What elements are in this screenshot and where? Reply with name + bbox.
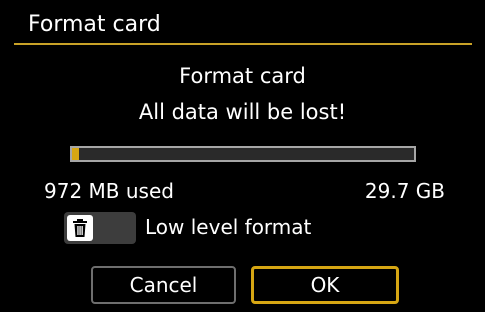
card-usage-bar xyxy=(70,146,416,162)
title-divider xyxy=(14,43,472,45)
card-usage-fill xyxy=(72,148,79,160)
screen-title: Format card xyxy=(28,12,161,37)
card-capacity-label: 29.7 GB xyxy=(364,179,445,203)
dialog-heading: Format card xyxy=(179,64,306,88)
cancel-button[interactable]: Cancel xyxy=(91,266,236,304)
low-level-format-label: Low level format xyxy=(145,215,312,239)
trash-icon xyxy=(73,219,87,237)
dialog-warning: All data will be lost! xyxy=(138,100,347,124)
format-card-screen: Format card Format card All data will be… xyxy=(0,0,485,312)
low-level-format-toggle[interactable] xyxy=(64,212,136,244)
used-space-label: 972 MB used xyxy=(44,179,174,203)
toggle-knob xyxy=(67,215,93,241)
ok-button[interactable]: OK xyxy=(251,266,399,304)
